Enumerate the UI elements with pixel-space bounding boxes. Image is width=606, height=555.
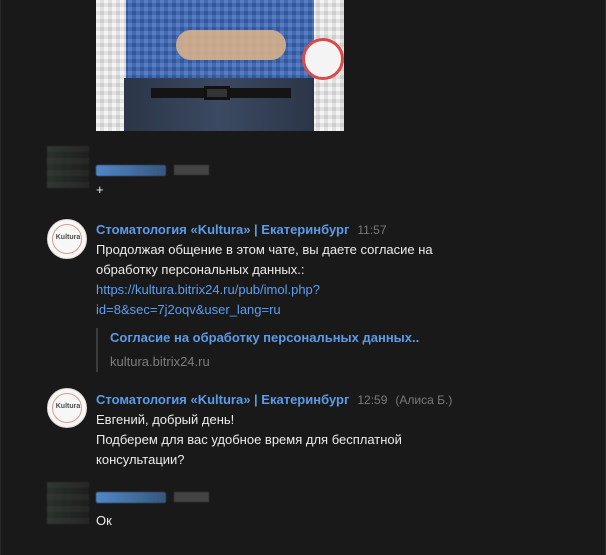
user-avatar-blurred <box>47 482 89 524</box>
message-meta <box>96 487 587 507</box>
message-meta: Стоматология «Kultura» | Екатеринбург 11… <box>96 220 587 240</box>
message-text-line-2: обработку персональных данных.: <box>96 262 305 277</box>
photo-buckle-region <box>204 86 230 100</box>
chat-window: + Kultura Стоматология «Kultura» | Екате… <box>0 0 606 555</box>
message-text-line-2: Подберем для вас удобное время для беспл… <box>96 432 402 447</box>
clinic-avatar-logo: Kultura <box>47 388 87 428</box>
sender-name-blurred <box>96 491 166 503</box>
sender-name[interactable]: Стоматология «Kultura» | Екатеринбург <box>96 220 349 240</box>
consent-link-line-2[interactable]: id=8&sec=7j2oqv&user_lang=ru <box>96 302 281 317</box>
photo-hands-region <box>176 30 286 60</box>
message-text: + <box>96 182 104 197</box>
message-time-blurred <box>174 492 209 502</box>
message-text-line-3: консультации? <box>96 452 185 467</box>
link-preview-title[interactable]: Согласие на обработку персональных данны… <box>110 328 587 348</box>
message-text-line-1: Евгений, добрый день! <box>96 412 235 427</box>
attached-photo[interactable] <box>96 0 344 131</box>
message-time: 12:59 <box>357 393 388 407</box>
logo-label: Kultura <box>55 234 81 241</box>
message-text-line-1: Продолжая общение в этом чате, вы даете … <box>96 242 433 257</box>
message-meta: Стоматология «Kultura» | Екатеринбург 12… <box>96 390 587 410</box>
message-consent: Стоматология «Kultura» | Екатеринбург 11… <box>96 220 587 372</box>
operator-name: (Алиса Б.) <box>395 393 453 407</box>
link-preview[interactable]: Согласие на обработку персональных данны… <box>96 328 587 372</box>
message-user-plus: + <box>96 160 587 200</box>
message-time-blurred <box>174 165 209 175</box>
clinic-avatar-logo: Kultura <box>47 219 87 259</box>
message-greeting: Стоматология «Kultura» | Екатеринбург 12… <box>96 390 587 470</box>
consent-link-line-1[interactable]: https://kultura.bitrix24.ru/pub/imol.php… <box>96 282 320 297</box>
sender-name[interactable]: Стоматология «Kultura» | Екатеринбург <box>96 390 349 410</box>
message-meta <box>96 160 587 180</box>
photo-sticker-region <box>302 38 344 80</box>
link-preview-domain: kultura.bitrix24.ru <box>110 354 210 369</box>
sender-name-blurred <box>96 164 166 176</box>
user-avatar-blurred <box>47 146 89 188</box>
logo-label: Kultura <box>55 403 81 410</box>
message-ok: Ок <box>96 487 587 531</box>
message-text: Ок <box>96 513 112 528</box>
message-time: 11:57 <box>357 223 387 237</box>
